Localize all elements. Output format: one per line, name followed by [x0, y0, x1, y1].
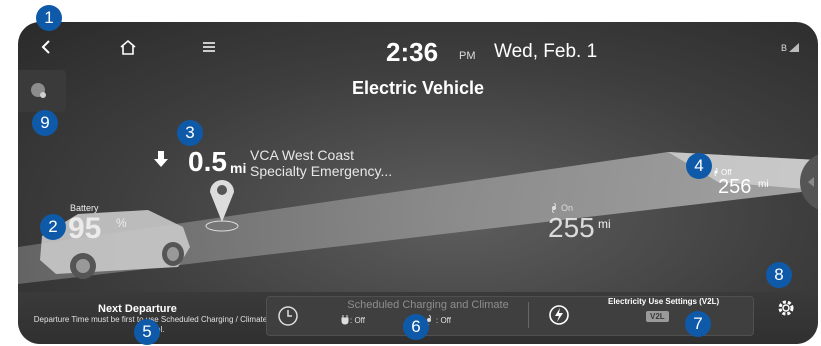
next-departure-title[interactable]: Next Departure — [98, 303, 177, 315]
clock-icon[interactable] — [276, 304, 300, 328]
range-climate-on-value: 255 — [548, 212, 595, 243]
nav-distance-unit: mi — [230, 160, 247, 176]
nav-destination: VCA West Coast Specialty Emergency... — [250, 147, 392, 179]
callout-marker-6: 6 — [403, 314, 429, 340]
callout-marker-2: 2 — [40, 214, 66, 240]
callout-marker-9: 9 — [32, 110, 58, 136]
scheduled-charging-status: : Off — [350, 316, 365, 325]
ev-screen: 2:36 PM Wed, Feb. 1 B Electric Vehicle 0… — [18, 22, 818, 344]
range-climate-off-value: 256 — [718, 176, 752, 198]
v2l-settings-title[interactable]: Electricity Use Settings (V2L) — [608, 297, 719, 306]
range-climate-on-unit: mi — [598, 217, 611, 231]
battery-value: 95 — [68, 212, 102, 245]
v2l-badge: V2L — [646, 311, 669, 322]
nav-destination-line2: Specialty Emergency... — [250, 163, 393, 179]
scheduled-climate-status: : Off — [436, 316, 451, 325]
callout-marker-7: 7 — [685, 311, 711, 337]
panel-divider — [528, 302, 529, 328]
nav-destination-line1: VCA West Coast — [250, 147, 355, 163]
callout-marker-5: 5 — [134, 319, 160, 345]
nav-distance: 0.5 — [188, 146, 227, 177]
arrow-down-icon — [153, 150, 169, 168]
callout-marker-3: 3 — [177, 120, 203, 146]
scheduled-charging-title[interactable]: Scheduled Charging and Climate — [338, 299, 518, 311]
fan-icon — [712, 168, 720, 176]
gear-icon[interactable] — [774, 296, 798, 320]
callout-marker-1: 1 — [36, 5, 62, 31]
chevron-left-icon — [806, 176, 816, 188]
callout-marker-4: 4 — [686, 153, 712, 179]
battery-unit: % — [116, 216, 127, 230]
v2l-icon[interactable] — [546, 302, 572, 328]
plug-icon — [340, 315, 349, 325]
callout-marker-8: 8 — [766, 262, 792, 288]
range-climate-off-unit: mi — [758, 179, 769, 190]
